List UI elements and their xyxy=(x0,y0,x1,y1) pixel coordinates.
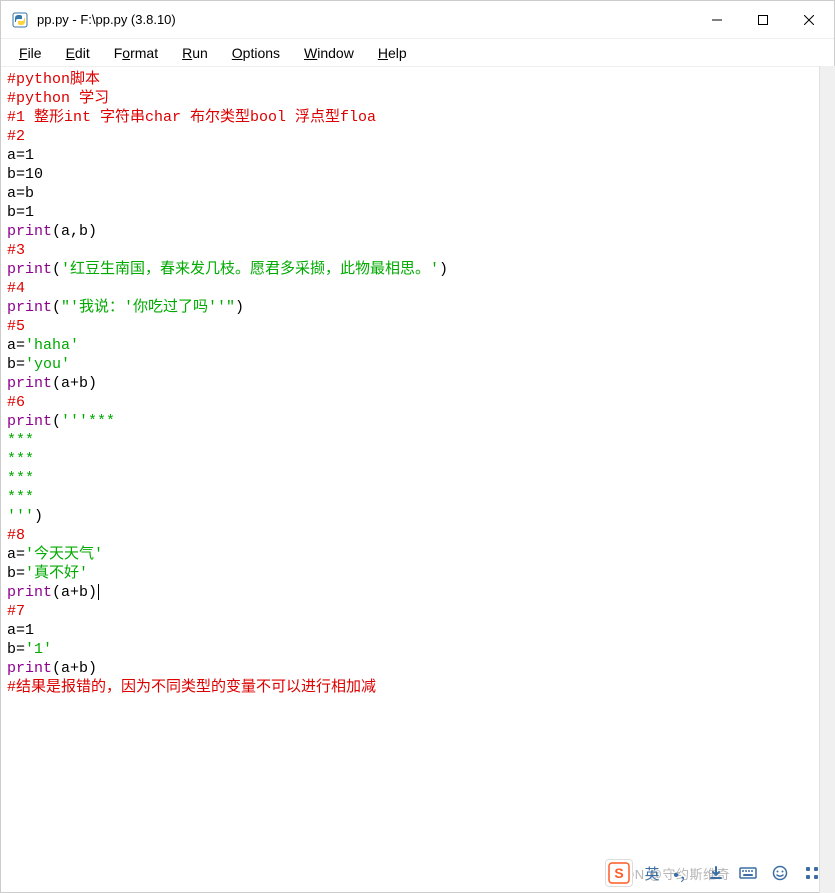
string: *** xyxy=(7,489,34,506)
text-cursor xyxy=(98,584,99,600)
comment: #7 xyxy=(7,603,25,620)
ime-punct-icon[interactable]: •， xyxy=(671,860,697,886)
string: '''*** xyxy=(61,413,115,430)
code-text: a= xyxy=(7,546,25,563)
svg-text:S: S xyxy=(614,865,623,881)
code-line: a=1 xyxy=(7,147,34,164)
builtin: print xyxy=(7,660,52,677)
ime-keyboard-icon[interactable] xyxy=(735,860,761,886)
window-title: pp.py - F:\pp.py (3.8.10) xyxy=(37,12,694,27)
comment: #5 xyxy=(7,318,25,335)
menu-edit[interactable]: Edit xyxy=(56,43,100,63)
sogou-ime-icon[interactable]: S xyxy=(605,859,633,887)
code-text: (a+b) xyxy=(52,375,97,392)
string: "'我说：'你吃过了吗''" xyxy=(61,299,235,316)
code-text: a= xyxy=(7,337,25,354)
builtin: print xyxy=(7,375,52,392)
code-text: b= xyxy=(7,356,25,373)
menu-help[interactable]: Help xyxy=(368,43,417,63)
code-line: b=10 xyxy=(7,166,43,183)
python-idle-icon xyxy=(11,11,29,29)
comment: #6 xyxy=(7,394,25,411)
menubar: File Edit Format Run Options Window Help xyxy=(1,39,834,67)
paren: ( xyxy=(52,299,61,316)
ime-tools-icon[interactable] xyxy=(799,860,825,886)
comment: #1 整形int 字符串char 布尔类型bool 浮点型floa xyxy=(7,109,376,126)
code-text: b= xyxy=(7,565,25,582)
builtin: print xyxy=(7,261,52,278)
menu-options[interactable]: Options xyxy=(222,43,290,63)
comment: #2 xyxy=(7,128,25,145)
comment: #4 xyxy=(7,280,25,297)
code-text: (a+b) xyxy=(52,584,97,601)
code-text: (a+b) xyxy=(52,660,97,677)
builtin: print xyxy=(7,584,52,601)
comment: #8 xyxy=(7,527,25,544)
string: '真不好' xyxy=(25,565,88,582)
ime-smiley-icon[interactable] xyxy=(767,860,793,886)
ime-lang-indicator[interactable]: 英 xyxy=(639,860,665,886)
comment: #结果是报错的，因为不同类型的变量不可以进行相加减 xyxy=(7,679,376,696)
string: *** xyxy=(7,432,34,449)
string: '今天天气' xyxy=(25,546,103,563)
ime-tray: S 英 •， xyxy=(605,859,825,887)
builtin: print xyxy=(7,413,52,430)
code-text: b= xyxy=(7,641,25,658)
builtin: print xyxy=(7,223,52,240)
code-line: b=1 xyxy=(7,204,34,221)
menu-window[interactable]: Window xyxy=(294,43,364,63)
titlebar[interactable]: pp.py - F:\pp.py (3.8.10) xyxy=(1,1,834,39)
string: '红豆生南国，春来发几枝。愿君多采撷，此物最相思。' xyxy=(61,261,439,278)
builtin: print xyxy=(7,299,52,316)
string: 'haha' xyxy=(25,337,79,354)
comment: #3 xyxy=(7,242,25,259)
idle-window: pp.py - F:\pp.py (3.8.10) File Edit Form… xyxy=(0,0,835,893)
paren: ( xyxy=(52,413,61,430)
comment: #python脚本 xyxy=(7,71,100,88)
paren: ) xyxy=(34,508,43,525)
string: *** xyxy=(7,451,34,468)
vertical-scrollbar[interactable] xyxy=(819,66,835,893)
code-line: a=1 xyxy=(7,622,34,639)
string: 'you' xyxy=(25,356,70,373)
code-line: a=b xyxy=(7,185,34,202)
code-text: (a,b) xyxy=(52,223,97,240)
string: *** xyxy=(7,470,34,487)
menu-file[interactable]: File xyxy=(9,43,52,63)
window-controls xyxy=(694,4,832,36)
menu-run[interactable]: Run xyxy=(172,43,218,63)
maximize-button[interactable] xyxy=(740,4,786,36)
paren: ) xyxy=(439,261,448,278)
string: '1' xyxy=(25,641,52,658)
code-editor[interactable]: #python脚本 #python 学习 #1 整形int 字符串char 布尔… xyxy=(1,67,834,892)
close-button[interactable] xyxy=(786,4,832,36)
paren: ( xyxy=(52,261,61,278)
paren: ) xyxy=(235,299,244,316)
ime-download-icon[interactable] xyxy=(703,860,729,886)
minimize-button[interactable] xyxy=(694,4,740,36)
string: ''' xyxy=(7,508,34,525)
menu-format[interactable]: Format xyxy=(104,43,168,63)
comment: #python 学习 xyxy=(7,90,109,107)
